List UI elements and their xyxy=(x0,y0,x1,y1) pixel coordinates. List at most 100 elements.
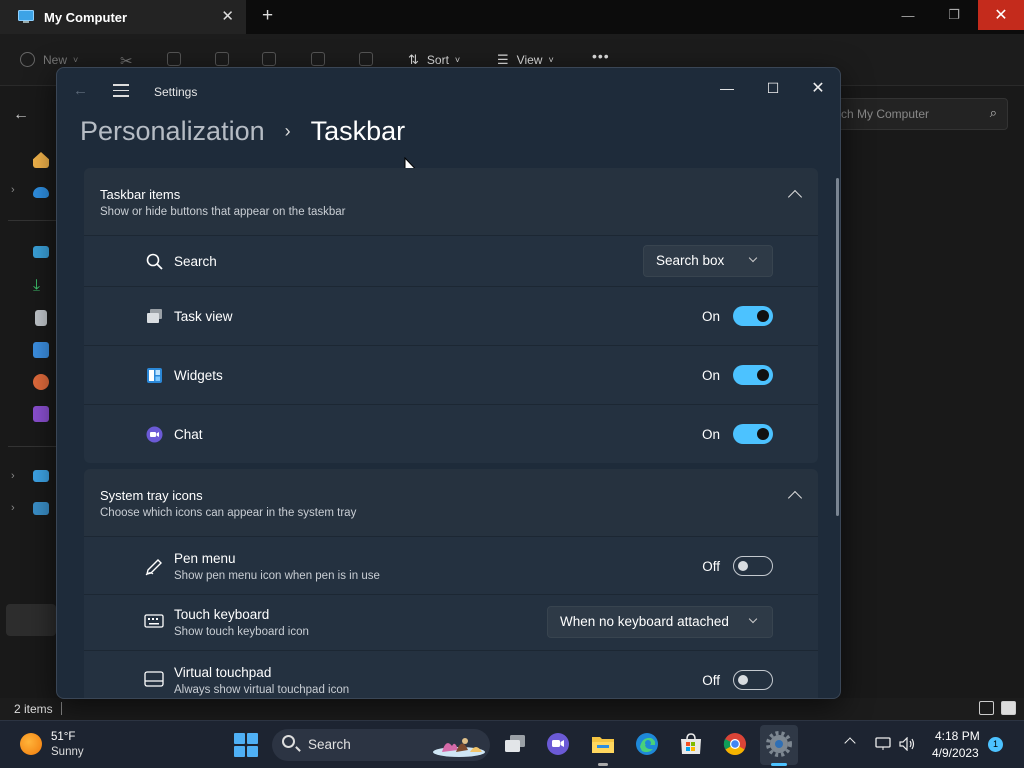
videos-icon[interactable] xyxy=(33,406,49,422)
chevron-up-icon[interactable] xyxy=(787,189,803,205)
task-view-label: Task view xyxy=(174,309,233,324)
chevron-down-icon: ˅ xyxy=(548,55,554,65)
settings-close-button[interactable]: ✕ xyxy=(798,74,838,102)
start-logo-tile xyxy=(234,733,245,744)
chevron-down-icon xyxy=(748,253,758,263)
taskbar-search-box[interactable]: Search xyxy=(272,729,490,761)
touch-keyboard-dropdown[interactable]: When no keyboard attached xyxy=(547,606,773,638)
explorer-search-input[interactable]: ch My Computer ⌕ xyxy=(830,98,1008,130)
task-view-icon xyxy=(147,309,162,323)
toggle-knob xyxy=(757,310,769,322)
view-button[interactable]: ☰ View ˅ xyxy=(497,52,554,68)
sort-button[interactable]: ⇅ Sort ˅ xyxy=(408,52,460,68)
widgets-state: On xyxy=(701,368,720,383)
onedrive-icon[interactable] xyxy=(33,187,49,198)
search-placeholder: ch My Computer xyxy=(841,107,930,121)
chat-setting-row: Chat On xyxy=(84,404,818,463)
virtual-touchpad-toggle[interactable] xyxy=(733,670,773,690)
chevron-right-icon[interactable]: › xyxy=(11,502,15,514)
explorer-minimize-button[interactable]: — xyxy=(885,0,931,30)
share-icon[interactable] xyxy=(311,52,325,66)
home-icon[interactable] xyxy=(33,152,49,168)
clock-date[interactable]: 4/9/2023 xyxy=(932,746,979,760)
this-pc-icon[interactable] xyxy=(33,470,49,482)
paste-icon[interactable] xyxy=(215,52,229,66)
tab-close-icon[interactable]: ✕ xyxy=(221,7,234,25)
view-label: View xyxy=(516,53,543,67)
more-options-icon[interactable]: ••• xyxy=(592,48,610,64)
explorer-maximize-button[interactable]: ❐ xyxy=(931,0,977,30)
weather-temperature[interactable]: 51°F xyxy=(51,731,75,743)
toggle-knob xyxy=(738,561,748,571)
pen-menu-toggle[interactable] xyxy=(733,556,773,576)
back-arrow-icon[interactable]: ← xyxy=(13,106,29,124)
delete-icon[interactable] xyxy=(359,52,373,66)
hamburger-menu-icon[interactable] xyxy=(113,84,129,101)
back-arrow-icon[interactable]: ← xyxy=(73,82,88,99)
virtual-touchpad-label: Virtual touchpad xyxy=(174,665,272,680)
clock-time[interactable]: 4:18 PM xyxy=(935,729,980,743)
edge-browser-icon[interactable] xyxy=(634,731,660,757)
toggle-knob xyxy=(738,675,748,685)
running-indicator xyxy=(598,763,608,766)
widgets-icon xyxy=(147,368,162,383)
pen-menu-label: Pen menu xyxy=(174,551,236,566)
start-button[interactable] xyxy=(234,733,258,757)
virtual-touchpad-setting-row: Virtual touchpad Always show virtual tou… xyxy=(84,650,818,698)
documents-icon[interactable] xyxy=(35,310,47,326)
chevron-right-icon[interactable]: › xyxy=(11,184,15,196)
explorer-close-button[interactable]: ✕ xyxy=(978,0,1024,30)
touch-keyboard-label: Touch keyboard xyxy=(174,607,270,622)
task-view-setting-row: Task view On xyxy=(84,286,818,345)
section-title: Taskbar items xyxy=(100,187,181,202)
pen-menu-subtitle: Show pen menu icon when pen is in use xyxy=(174,570,380,582)
settings-scrollbar[interactable] xyxy=(836,178,839,516)
chat-toggle[interactable] xyxy=(733,424,773,444)
sun-weather-icon[interactable] xyxy=(20,733,42,755)
copy-icon[interactable] xyxy=(167,52,181,66)
settings-maximize-button[interactable]: ☐ xyxy=(753,74,793,102)
settings-title-bar: ← Settings — ☐ ✕ xyxy=(57,68,840,114)
view-list-icon: ☰ xyxy=(497,52,509,67)
breadcrumb: Personalization › Taskbar xyxy=(80,116,405,147)
explorer-tab-bar: My Computer ✕ + — ❐ ✕ xyxy=(0,0,1024,34)
explorer-tab[interactable]: My Computer ✕ xyxy=(0,0,246,34)
task-view-icon[interactable] xyxy=(502,731,528,757)
settings-gear-icon[interactable] xyxy=(766,731,792,757)
search-mode-dropdown[interactable]: Search box xyxy=(643,245,773,277)
details-view-icon[interactable] xyxy=(979,701,994,715)
task-view-toggle[interactable] xyxy=(733,306,773,326)
chat-icon[interactable] xyxy=(545,731,571,757)
widgets-toggle[interactable] xyxy=(733,365,773,385)
desktop-icon[interactable] xyxy=(33,246,49,258)
downloads-icon[interactable]: ⤓ xyxy=(33,278,49,294)
search-icon xyxy=(146,253,163,270)
file-explorer-icon[interactable] xyxy=(590,731,616,757)
virtual-touchpad-state: Off xyxy=(702,673,720,688)
network-icon[interactable] xyxy=(33,502,49,515)
volume-icon[interactable] xyxy=(899,737,917,751)
chevron-right-icon: › xyxy=(284,121,291,141)
new-button[interactable]: New ˅ xyxy=(20,52,78,67)
toggle-knob xyxy=(757,428,769,440)
nav-selected-highlight xyxy=(6,604,56,636)
new-label: New xyxy=(43,52,68,67)
system-tray-section-header[interactable]: System tray icons Choose which icons can… xyxy=(84,469,818,536)
chrome-browser-icon[interactable] xyxy=(722,731,748,757)
notification-count-badge[interactable]: 1 xyxy=(988,737,1003,752)
music-icon[interactable] xyxy=(33,374,49,390)
new-tab-button[interactable]: + xyxy=(262,5,273,27)
show-hidden-icons-chevron-icon[interactable] xyxy=(844,737,856,749)
network-icon[interactable] xyxy=(875,737,891,751)
virtual-touchpad-subtitle: Always show virtual touchpad icon xyxy=(174,684,350,696)
chevron-up-icon[interactable] xyxy=(787,490,803,506)
chevron-right-icon[interactable]: › xyxy=(11,470,15,482)
microsoft-store-icon[interactable] xyxy=(678,731,704,757)
rename-icon[interactable] xyxy=(262,52,276,66)
breadcrumb-parent-link[interactable]: Personalization xyxy=(80,116,265,147)
tiles-view-icon[interactable] xyxy=(1001,701,1016,715)
pictures-icon[interactable] xyxy=(33,342,49,358)
weather-condition[interactable]: Sunny xyxy=(51,746,84,758)
settings-minimize-button[interactable]: — xyxy=(707,74,747,102)
taskbar-items-section-header[interactable]: Taskbar items Show or hide buttons that … xyxy=(84,168,818,235)
